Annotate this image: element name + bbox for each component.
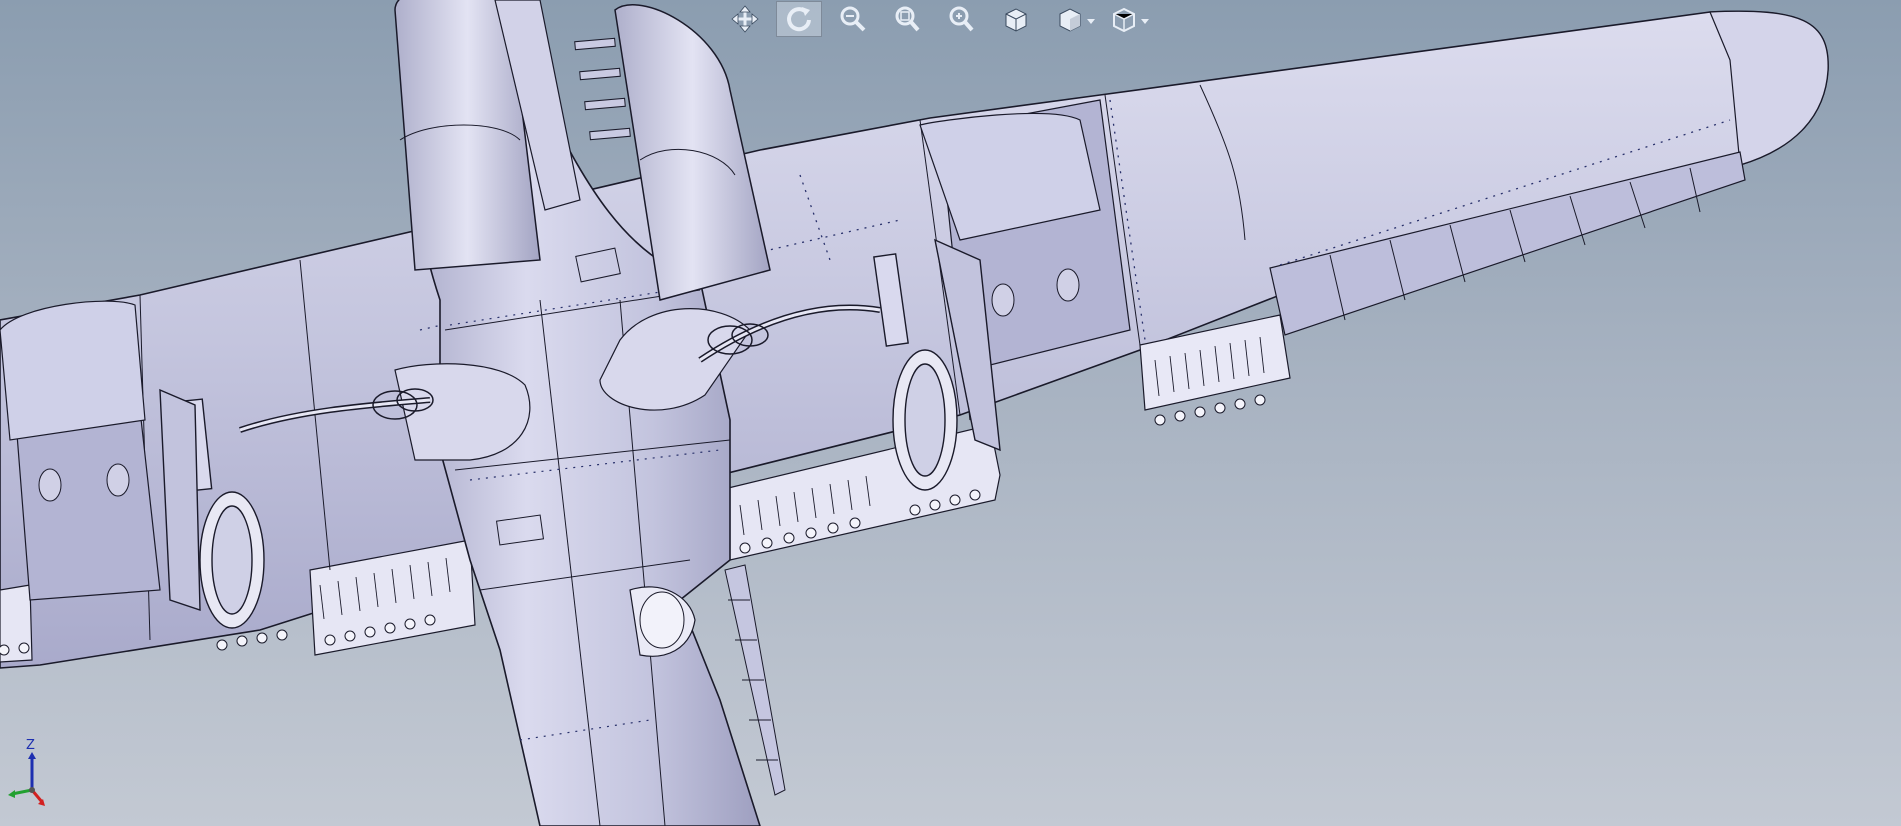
chevron-down-icon[interactable]: [1087, 10, 1095, 24]
display-style-icon: [1059, 8, 1081, 32]
aircraft-model[interactable]: [0, 0, 1901, 826]
chevron-down-icon[interactable]: [1141, 10, 1149, 24]
pan-icon: [731, 5, 759, 33]
reference-triad: Z: [6, 738, 54, 808]
left-nacelle: [0, 300, 146, 441]
rotate-button[interactable]: [776, 1, 822, 37]
view-orientation-icon: [1113, 7, 1135, 33]
zoom-to-fit-button[interactable]: [830, 1, 876, 37]
standard-views-button[interactable]: [992, 1, 1038, 37]
graphics-viewport[interactable]: Z: [0, 0, 1901, 826]
left-wing-root-fairing: [394, 363, 531, 461]
heads-up-view-toolbar: [722, 0, 1149, 38]
view-orientation-button[interactable]: [1100, 1, 1149, 37]
zoom-to-fit-icon: [840, 6, 866, 32]
standard-views-icon: [1005, 8, 1027, 32]
zoom-in-out-button[interactable]: [938, 1, 984, 37]
pan-button[interactable]: [722, 1, 768, 37]
display-style-button[interactable]: [1046, 1, 1095, 37]
zoom-to-area-icon: [895, 6, 920, 32]
wing-lower-surface: [0, 10, 1829, 669]
z-axis-label: Z: [26, 738, 35, 753]
rotate-icon: [787, 7, 811, 32]
zoom-in-out-icon: [949, 6, 974, 32]
zoom-to-area-button[interactable]: [884, 1, 930, 37]
